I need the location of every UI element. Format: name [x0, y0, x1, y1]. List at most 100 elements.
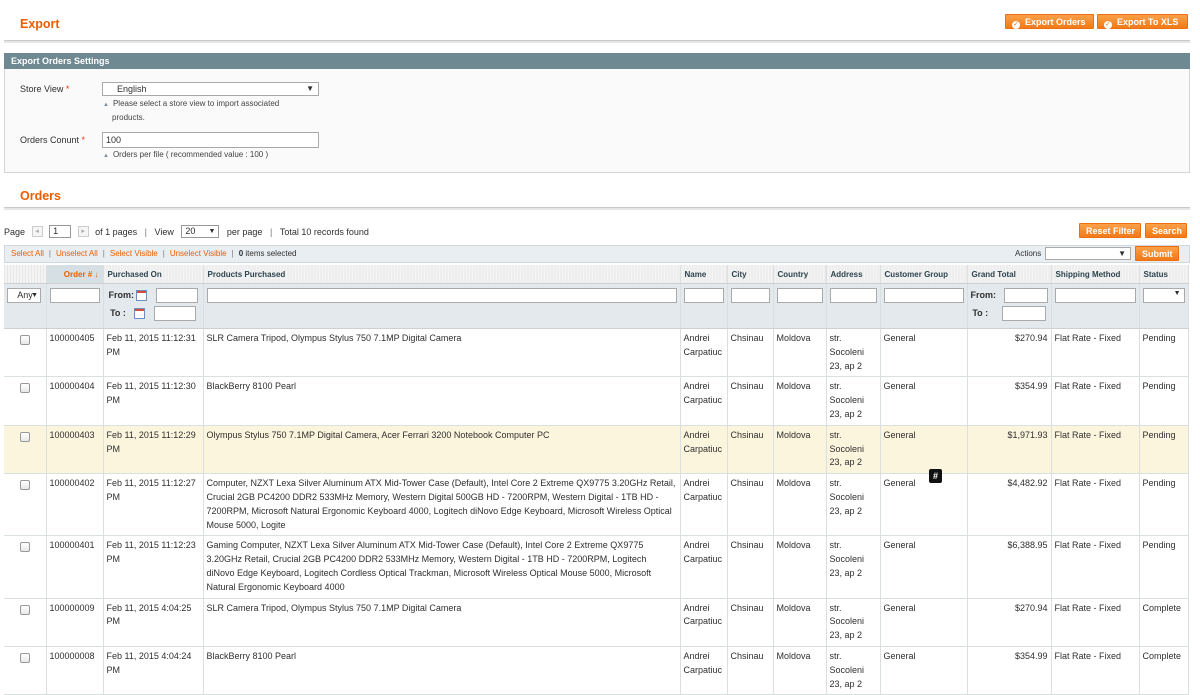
col-country[interactable]: Country — [773, 265, 827, 284]
calendar-icon[interactable] — [135, 290, 147, 301]
city-filter-input[interactable] — [730, 288, 770, 303]
table-row[interactable]: 100000402 Feb 11, 2015 11:12:27 PM Computer… — [4, 473, 1189, 537]
grid-filter-row: Any ▼ From: To : From: To: ▼ — [4, 283, 1189, 329]
col-products[interactable]: Products Purchased — [203, 265, 681, 284]
orders-count-input[interactable]: 100 — [102, 132, 319, 148]
total-from-input[interactable] — [1003, 288, 1048, 303]
grand-total: $1,971.93 — [967, 425, 1052, 475]
any-filter-select[interactable]: Any ▼ — [7, 288, 41, 303]
table-row[interactable]: 100000404 Feb 11, 2015 11:12:30 PM BlackBer… — [4, 376, 1189, 426]
pager: Page ◂ 1 ▸ of 1 pages | View 20 ▼ per pa… — [4, 224, 369, 239]
status: Pending — [1139, 535, 1189, 599]
export-xls-button[interactable]: ✓ Export To XLS — [1097, 14, 1188, 29]
orders-count-note: ▲ Orders per file ( recommended value : 1… — [103, 148, 268, 163]
per-page-value: 20 — [185, 226, 196, 237]
customer-name: Andrei Carpatiuc — [680, 535, 728, 599]
country-filter-input[interactable] — [776, 288, 823, 303]
select-visible-link[interactable]: Select Visible — [110, 249, 158, 258]
status-filter-select[interactable]: ▼ — [1142, 288, 1185, 303]
row-checkbox[interactable] — [19, 542, 30, 553]
search-button[interactable]: Search — [1145, 223, 1187, 238]
purchased-from-input[interactable] — [155, 288, 198, 303]
city-text: Chsinau — [730, 650, 764, 661]
customer-name-text: Carpatiuc — [683, 491, 723, 502]
orders-count-note-text: Orders per file ( recommended value : 10… — [112, 150, 269, 159]
status: Pending — [1139, 328, 1189, 378]
purchased-to-input[interactable] — [153, 306, 196, 321]
status-text: Pending — [1142, 381, 1176, 392]
required-mark: * — [65, 84, 70, 94]
triangle-icon: ▲ — [103, 153, 109, 159]
row-checkbox[interactable] — [19, 335, 30, 345]
address-filter-input[interactable] — [829, 288, 877, 303]
col-grand-total[interactable]: Grand Total — [967, 265, 1052, 284]
address-text: Socoleni — [829, 443, 865, 454]
export-orders-button[interactable]: ✓ Export Orders — [1005, 14, 1094, 29]
to-label: To : — [110, 307, 126, 318]
city-text: Chsinau — [730, 381, 764, 392]
row-checkbox[interactable] — [19, 480, 30, 491]
order-number: 100000405 — [46, 328, 104, 378]
table-row[interactable]: 100000403 Feb 11, 2015 11:12:29 PM Olympus … — [4, 425, 1189, 475]
shipping-method-text: Flat Rate - Fixed — [1054, 540, 1122, 551]
row-checkbox[interactable] — [19, 383, 30, 394]
table-row[interactable]: 100000401 Feb 11, 2015 11:12:23 PM Gaming C… — [4, 535, 1189, 599]
separator: | — [48, 249, 51, 258]
table-row[interactable]: 100000009 Feb 11, 2015 4:04:25 PM SLR Camer… — [4, 598, 1189, 647]
store-view-note-line2: products. — [112, 113, 145, 122]
submit-button[interactable]: Submit — [1135, 246, 1179, 261]
total-to-input[interactable] — [1001, 306, 1046, 321]
calendar-icon[interactable] — [134, 308, 146, 319]
row-checkbox[interactable] — [19, 652, 30, 663]
country-text: Moldova — [776, 602, 811, 613]
select-all-link[interactable]: Select All — [11, 249, 44, 258]
col-address[interactable]: Address — [826, 265, 881, 284]
city: Chsinau — [727, 473, 774, 537]
row-checkbox[interactable] — [19, 604, 30, 615]
per-page-select[interactable]: 20 ▼ — [181, 225, 220, 239]
pager-separator: | — [144, 226, 147, 237]
orders-divider — [4, 207, 1190, 210]
unselect-visible-link[interactable]: Unselect Visible — [170, 249, 227, 258]
order-number: 100000008 — [46, 646, 104, 695]
address: str. Socoleni 23, ap 2 — [826, 646, 881, 695]
col-customer-group[interactable]: Customer Group — [880, 265, 968, 284]
store-view-select[interactable]: English ▼ — [102, 82, 319, 96]
order-number: 100000009 — [46, 598, 104, 647]
country-text: Moldova — [776, 650, 811, 661]
shipping-filter-input[interactable] — [1054, 288, 1136, 303]
filter-massaction: Any ▼ — [4, 283, 47, 329]
customer-group-filter-input[interactable] — [883, 288, 964, 303]
products-purchased: SLR Camera Tripod, Olympus Stylus 750 7.… — [203, 598, 681, 647]
col-name[interactable]: Name — [680, 265, 728, 284]
settings-heading: Export Orders Settings — [4, 53, 1190, 69]
products-filter-input[interactable] — [206, 288, 677, 303]
country-text: Moldova — [776, 381, 811, 392]
address-text: 23, ap 2 — [829, 457, 863, 468]
col-purchased-on[interactable]: Purchased On — [103, 265, 204, 284]
customer-group: General — [880, 328, 968, 378]
table-row[interactable]: 100000008 Feb 11, 2015 4:04:24 PM BlackBerr… — [4, 646, 1189, 695]
separator: | — [162, 249, 165, 258]
row-checkbox[interactable] — [19, 431, 30, 442]
address-text: Socoleni — [829, 491, 865, 502]
order-number-filter-input[interactable] — [49, 288, 100, 303]
separator: | — [102, 249, 105, 258]
reset-filter-button[interactable]: Reset Filter — [1079, 223, 1141, 238]
city-text: Chsinau — [730, 602, 764, 613]
col-shipping-method[interactable]: Shipping Method — [1051, 265, 1140, 284]
actions-select[interactable]: ▼ — [1045, 247, 1131, 260]
col-city[interactable]: City — [727, 265, 774, 284]
name-filter-input[interactable] — [683, 288, 724, 303]
prev-page-icon[interactable]: ◂ — [31, 226, 43, 238]
status: Complete — [1139, 646, 1189, 695]
col-status[interactable]: Status — [1139, 265, 1189, 284]
table-row[interactable]: 100000405 Feb 11, 2015 11:12:31 PM SLR Came… — [4, 328, 1189, 378]
col-order-number[interactable]: Order # ↓ — [46, 265, 104, 284]
grand-total-text: $270.94 — [1014, 602, 1048, 613]
page-number-input[interactable]: 1 — [49, 225, 72, 239]
next-page-icon[interactable]: ▸ — [77, 226, 89, 238]
unselect-all-link[interactable]: Unselect All — [56, 249, 98, 258]
order-number-text: 100000009 — [49, 602, 95, 613]
customer-group: General — [880, 535, 968, 599]
